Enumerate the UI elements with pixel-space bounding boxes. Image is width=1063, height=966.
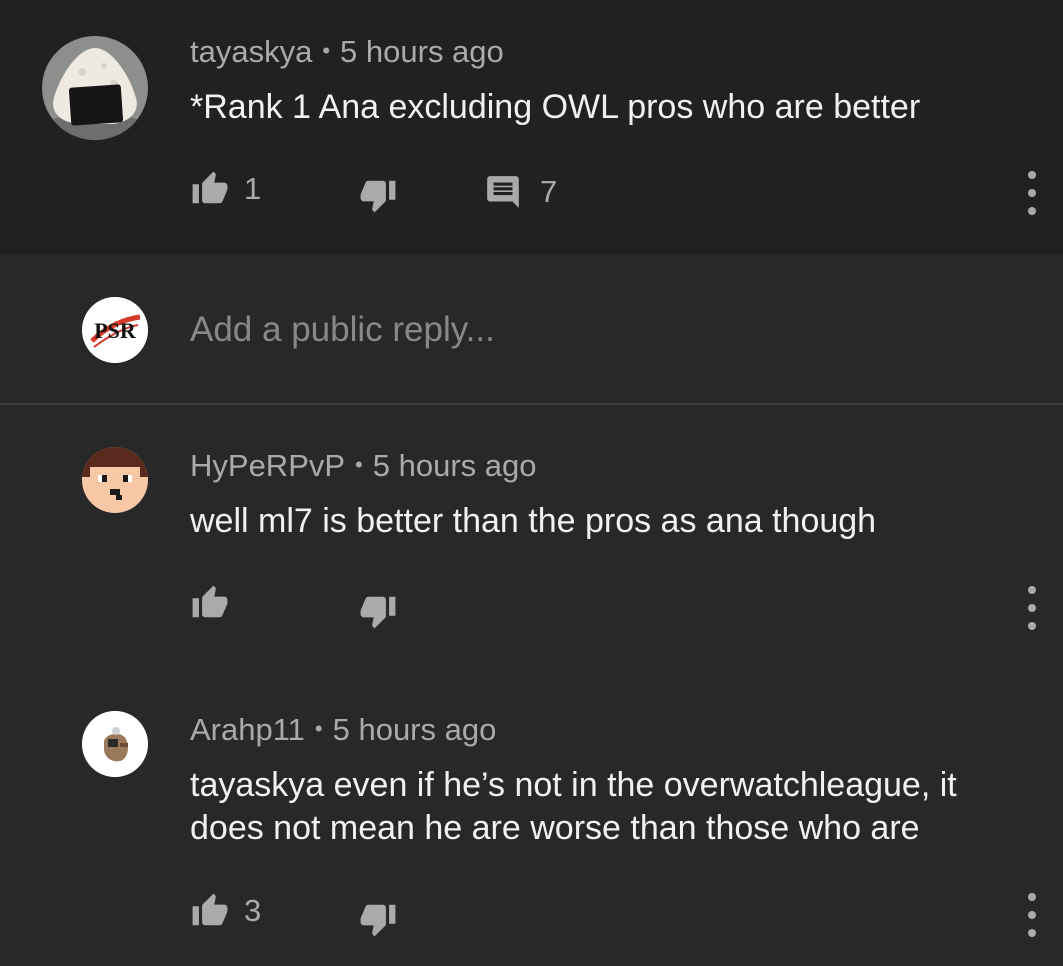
replies-button[interactable]: 7 (484, 172, 557, 212)
thumb-up-icon (192, 171, 228, 204)
more-options-icon[interactable] (1020, 171, 1044, 215)
divider (0, 403, 1063, 405)
comment-icon (487, 176, 519, 208)
thumb-down-icon (360, 180, 396, 213)
comment-text: well ml7 is better than the pros as ana … (190, 502, 877, 540)
thumb-down-icon (360, 596, 396, 629)
separator: • (355, 452, 363, 477)
avatar[interactable] (82, 447, 148, 513)
dislike-button[interactable] (358, 592, 398, 630)
reply-input[interactable]: Add a public reply... (190, 310, 495, 350)
comment-meta: HyPeRPvP • 5 hours ago (190, 448, 536, 484)
like-button[interactable] (190, 584, 230, 622)
timestamp[interactable]: 5 hours ago (340, 34, 504, 69)
comment-text: *Rank 1 Ana excluding OWL pros who are b… (190, 88, 921, 126)
separator: • (322, 38, 331, 63)
like-count: 1 (244, 171, 262, 206)
like-count: 3 (244, 893, 262, 928)
author-name[interactable]: HyPeRPvP (190, 448, 345, 483)
like-button[interactable]: 1 (190, 170, 261, 208)
dislike-button[interactable] (358, 900, 398, 938)
reply-box (0, 255, 1063, 403)
reply-count: 7 (540, 174, 558, 209)
top-comment: tayaskya • 5 hours ago *Rank 1 Ana excludi… (0, 0, 1063, 255)
comment-text-line: tayaskya even if he’s not in the overwat… (190, 766, 957, 804)
thumb-up-icon (192, 585, 228, 618)
avatar[interactable] (42, 36, 148, 140)
comment-meta: Arahp11 • 5 hours ago (190, 712, 496, 748)
author-name[interactable]: tayaskya (190, 34, 312, 69)
more-options-icon[interactable] (1020, 893, 1044, 937)
thumb-down-icon (360, 904, 396, 937)
current-user-avatar[interactable]: PSR (82, 297, 148, 363)
more-options-icon[interactable] (1020, 586, 1044, 630)
like-button[interactable]: 3 (190, 892, 261, 930)
comment-meta: tayaskya • 5 hours ago (190, 34, 504, 70)
thumb-up-icon (192, 893, 228, 926)
avatar-initials: PSR (94, 318, 137, 343)
avatar[interactable] (82, 711, 148, 777)
comment-text-line: does not mean he are worse than those wh… (190, 809, 920, 847)
author-name[interactable]: Arahp11 (190, 712, 305, 747)
comment-text: tayaskya even if he’s not in the overwat… (190, 764, 1030, 850)
timestamp[interactable]: 5 hours ago (373, 448, 537, 483)
dislike-button[interactable] (358, 176, 398, 214)
comment-thread: tayaskya • 5 hours ago *Rank 1 Ana excludi… (0, 0, 1063, 966)
timestamp[interactable]: 5 hours ago (333, 712, 497, 747)
separator: • (314, 716, 323, 741)
